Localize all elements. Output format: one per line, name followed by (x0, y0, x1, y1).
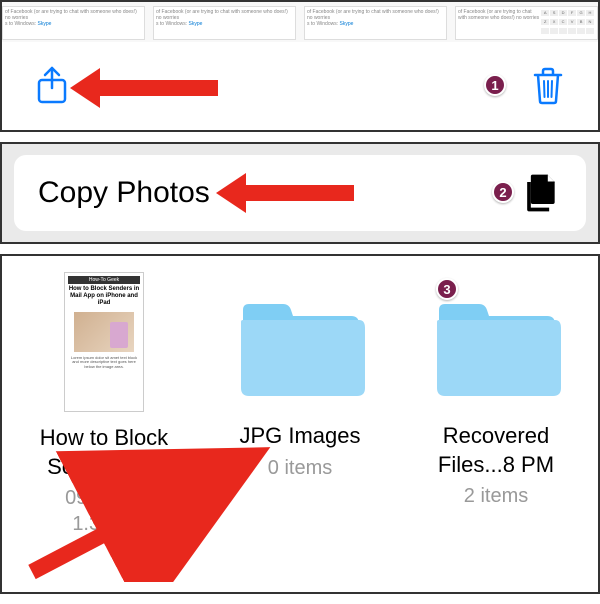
copy-photos-label: Copy Photos (38, 176, 210, 210)
folder-name: Recovered Files...8 PM (406, 422, 586, 479)
folder-icon (235, 292, 365, 402)
annotation-badge-2: 2 (492, 181, 514, 203)
share-button[interactable] (34, 68, 70, 104)
annotation-arrow-3 (12, 442, 272, 582)
annotation-badge-3: 3 (436, 278, 458, 300)
thumbnail-3: of Facebook (or are trying to chat with … (304, 6, 447, 40)
thumbnail-4: of Facebook (or are trying to chat with … (455, 6, 598, 40)
folder-item-recovered[interactable]: Recovered Files...8 PM 2 items (406, 272, 586, 537)
thumbnail-2: of Facebook (or are trying to chat with … (153, 6, 296, 40)
panel-share-toolbar: of Facebook (or are trying to chat with … (0, 0, 600, 132)
copy-photos-row[interactable]: Copy Photos 2 (14, 155, 586, 231)
copy-icon (518, 171, 562, 215)
trash-icon (531, 67, 565, 105)
thumbnail-1: of Facebook (or are trying to chat with … (2, 6, 145, 40)
toolbar: 1 (2, 42, 598, 130)
panel-files: How-To Geek How to Block Senders in Mail… (0, 254, 600, 594)
delete-button[interactable] (530, 68, 566, 104)
panel-copy-photos: Copy Photos 2 (0, 142, 600, 244)
folder-meta: 0 items (268, 455, 332, 481)
app-switcher-thumbnails: of Facebook (or are trying to chat with … (2, 2, 598, 42)
folder-meta: 2 items (464, 483, 528, 509)
document-thumbnail: How-To Geek How to Block Senders in Mail… (64, 272, 144, 412)
annotation-badge-1: 1 (484, 74, 506, 96)
share-icon (35, 66, 69, 106)
folder-icon (431, 292, 561, 402)
